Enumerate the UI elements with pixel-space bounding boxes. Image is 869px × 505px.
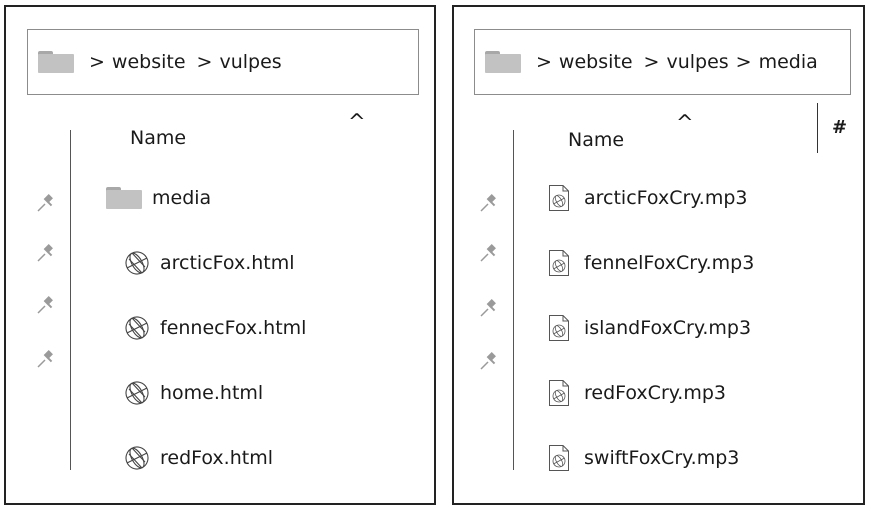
item-label: arcticFox.html <box>160 252 295 274</box>
pin-icon[interactable] <box>36 295 56 315</box>
breadcrumb-separator: > <box>196 51 213 73</box>
item-label: redFox.html <box>160 447 273 469</box>
list-item[interactable]: redFoxCry.mp3 <box>548 378 726 408</box>
column-divider[interactable] <box>817 103 818 153</box>
globe-file-icon <box>125 446 149 470</box>
item-label: media <box>152 187 212 209</box>
item-label: redFoxCry.mp3 <box>584 382 726 404</box>
audio-file-icon <box>549 185 569 211</box>
breadcrumb-website[interactable]: website <box>559 51 633 73</box>
breadcrumb-website[interactable]: website <box>112 51 186 73</box>
sort-ascending-indicator[interactable]: ^ <box>348 110 366 134</box>
item-label: islandFoxCry.mp3 <box>584 317 752 339</box>
audio-file-icon <box>549 315 569 341</box>
breadcrumb-vulpes[interactable]: vulpes <box>219 51 281 73</box>
list-item[interactable]: islandFoxCry.mp3 <box>548 313 751 343</box>
item-label: fennecFox.html <box>160 317 307 339</box>
file-explorer-right: > website > vulpes > media Name ^ # arct… <box>452 5 865 505</box>
pin-icon[interactable] <box>36 243 56 263</box>
pin-icon[interactable] <box>36 349 56 369</box>
list-item[interactable]: redFox.html <box>123 443 273 473</box>
list-item[interactable]: arcticFoxCry.mp3 <box>548 183 748 213</box>
sort-ascending-indicator[interactable]: ^ <box>676 111 694 135</box>
breadcrumb[interactable]: > website > vulpes > media <box>474 29 851 95</box>
globe-file-icon <box>125 251 149 275</box>
breadcrumb[interactable]: > website > vulpes <box>27 29 419 95</box>
pin-icon[interactable] <box>36 193 56 213</box>
globe-file-icon <box>125 381 149 405</box>
breadcrumb-separator: > <box>536 51 552 73</box>
list-item[interactable]: fennecFox.html <box>123 313 306 343</box>
list-item[interactable]: fennelFoxCry.mp3 <box>548 248 754 278</box>
name-column-header[interactable]: Name <box>130 127 186 149</box>
file-explorer-left: > website > vulpes Name ^ media arcticFo… <box>4 5 436 505</box>
list-item[interactable]: swiftFoxCry.mp3 <box>548 443 739 473</box>
breadcrumb-media[interactable]: media <box>759 51 818 73</box>
breadcrumb-vulpes[interactable]: vulpes <box>666 51 728 73</box>
breadcrumb-separator: > <box>735 51 752 73</box>
audio-file-icon <box>549 380 569 406</box>
item-label: fennelFoxCry.mp3 <box>584 252 755 274</box>
pin-icon[interactable] <box>479 243 499 263</box>
audio-file-icon <box>549 445 569 471</box>
pin-icon[interactable] <box>479 351 499 371</box>
breadcrumb-separator: > <box>643 51 660 73</box>
item-label: swiftFoxCry.mp3 <box>584 447 740 469</box>
folder-icon <box>485 51 521 73</box>
item-label: home.html <box>160 382 264 404</box>
audio-file-icon <box>549 250 569 276</box>
list-item[interactable]: media <box>106 183 211 213</box>
number-column-header[interactable]: # <box>832 117 847 138</box>
folder-icon <box>38 51 74 73</box>
item-label: arcticFoxCry.mp3 <box>584 187 748 209</box>
folder-icon <box>106 187 142 209</box>
name-column-header[interactable]: Name <box>568 129 624 151</box>
globe-file-icon <box>125 316 149 340</box>
column-divider <box>70 130 71 470</box>
list-item[interactable]: home.html <box>123 378 263 408</box>
column-divider <box>513 130 514 470</box>
breadcrumb-separator: > <box>89 51 105 73</box>
list-item[interactable]: arcticFox.html <box>123 248 295 278</box>
pin-icon[interactable] <box>479 298 499 318</box>
pin-icon[interactable] <box>479 193 499 213</box>
